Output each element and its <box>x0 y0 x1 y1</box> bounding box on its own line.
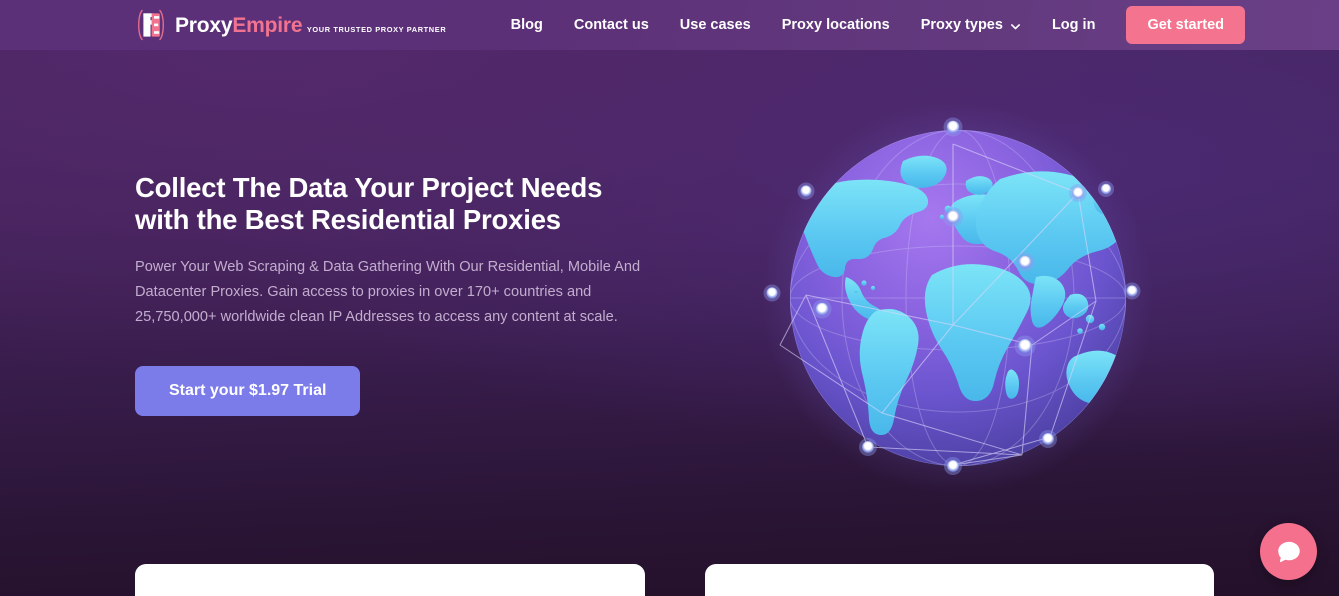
logo-title-proxy: Proxy <box>175 14 233 37</box>
proxyempire-monogram-icon <box>134 7 168 43</box>
page-root: ProxyEmpire YOUR TRUSTED PROXY PARTNER B… <box>0 0 1339 596</box>
feature-card-left[interactable] <box>135 564 645 596</box>
nav-link-proxy-locations[interactable]: Proxy locations <box>782 17 890 33</box>
hero-section: Collect The Data Your Project Needs with… <box>135 172 655 417</box>
feature-card-right[interactable] <box>705 564 1214 596</box>
site-logo[interactable]: ProxyEmpire YOUR TRUSTED PROXY PARTNER <box>134 7 446 43</box>
nav-link-contact-us[interactable]: Contact us <box>574 17 649 33</box>
nav-link-log-in[interactable]: Log in <box>1052 17 1096 33</box>
get-started-button[interactable]: Get started <box>1126 6 1245 44</box>
page-title: Collect The Data Your Project Needs with… <box>135 172 655 236</box>
network-globe-illustration <box>760 105 1160 495</box>
feature-cards-row <box>0 564 1339 596</box>
nav-link-proxy-types[interactable]: Proxy types <box>921 17 1021 33</box>
site-header: ProxyEmpire YOUR TRUSTED PROXY PARTNER B… <box>0 0 1339 50</box>
chat-widget-button[interactable] <box>1260 523 1317 580</box>
chevron-down-icon <box>1010 21 1021 32</box>
logo-text-block: ProxyEmpire YOUR TRUSTED PROXY PARTNER <box>175 14 446 36</box>
chat-bubble-icon <box>1275 538 1303 566</box>
headline-line-1: Collect The Data Your Project Needs <box>135 172 603 203</box>
logo-title: ProxyEmpire <box>175 14 303 37</box>
nav-link-proxy-types-label: Proxy types <box>920 17 1003 33</box>
nav-link-use-cases[interactable]: Use cases <box>680 17 751 33</box>
primary-navigation: Blog Contact us Use cases Proxy location… <box>480 6 1339 44</box>
headline-line-2: with the Best Residential Proxies <box>135 203 561 235</box>
nav-link-blog[interactable]: Blog <box>511 17 543 33</box>
logo-title-empire: Empire <box>232 14 303 37</box>
start-trial-button[interactable]: Start your $1.97 Trial <box>135 366 361 417</box>
logo-tagline: YOUR TRUSTED PROXY PARTNER <box>306 25 447 34</box>
hero-description: Power Your Web Scraping & Data Gathering… <box>135 258 641 325</box>
